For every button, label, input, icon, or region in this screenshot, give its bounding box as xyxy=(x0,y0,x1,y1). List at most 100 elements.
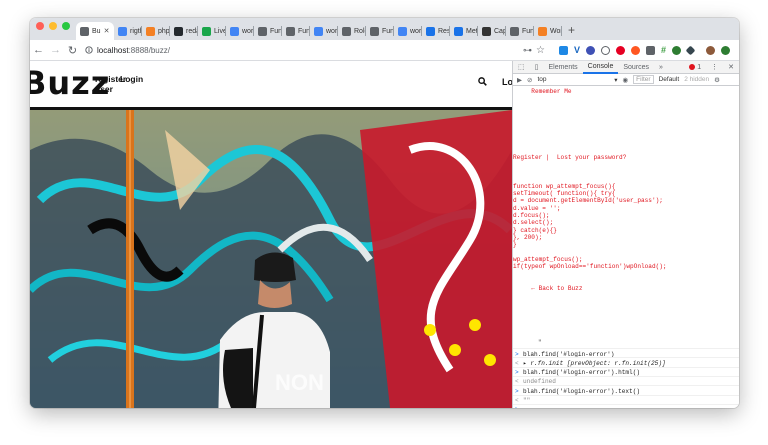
extension-hash-icon[interactable]: # xyxy=(661,45,666,55)
extension-v-icon[interactable]: V xyxy=(574,45,580,55)
tab-6[interactable]: Func xyxy=(254,22,282,40)
tab-5[interactable]: word xyxy=(226,22,254,40)
kebab-menu-icon[interactable]: ⋮ xyxy=(706,61,723,74)
dropdown-arrow-icon: ▾ xyxy=(614,76,618,84)
nav-login[interactable]: Login xyxy=(120,74,143,84)
extension-dark-icon[interactable] xyxy=(685,45,696,55)
extension-puzzle-icon[interactable] xyxy=(586,45,596,55)
w-icon xyxy=(482,26,491,36)
tab-label: word xyxy=(326,27,338,35)
tab-elements[interactable]: Elements xyxy=(543,61,582,74)
tab-label: word xyxy=(410,27,422,35)
tab-label: Capa xyxy=(494,27,506,35)
tab-8[interactable]: word xyxy=(310,22,338,40)
devtools-panel: ⬚ ▯ Elements Console Sources » 1 ⋮ ✕ ▶ ⊘… xyxy=(512,61,739,408)
tab-10[interactable]: Func xyxy=(366,22,394,40)
error-count: 1 xyxy=(697,63,702,71)
new-tab-button[interactable]: + xyxy=(562,23,581,40)
search-icon[interactable] xyxy=(478,77,487,86)
dock-icon[interactable]: ⬚ xyxy=(513,61,530,74)
filter-input[interactable]: Filter xyxy=(633,75,654,84)
log-level-select[interactable]: Default xyxy=(659,76,680,83)
tab-12[interactable]: Restr xyxy=(422,22,450,40)
bookmark-star-icon[interactable]: ☆ xyxy=(536,45,545,56)
output-line: setTimeout( function(){ try{ xyxy=(513,190,616,198)
tab-sources[interactable]: Sources xyxy=(618,61,654,74)
j-icon xyxy=(454,26,463,36)
more-tabs-button[interactable]: » xyxy=(654,61,668,74)
extension-circle-icon[interactable] xyxy=(601,45,611,55)
console-toolbar: ▶ ⊘ top ▾ ◉ Filter Default 2 hidden ⚙ xyxy=(513,74,739,86)
zoom-window-button[interactable] xyxy=(62,21,70,30)
url-path: :8888/buzz/ xyxy=(128,45,170,55)
device-toggle-icon[interactable]: ▯ xyxy=(530,61,544,74)
url-host: localhost xyxy=(97,45,129,55)
context-label: top xyxy=(537,76,547,83)
tab-4[interactable]: Live xyxy=(198,22,226,40)
output-line: function wp_attempt_focus(){ xyxy=(513,182,616,190)
address-bar[interactable]: localhost:8888/buzz/ ⊶ ☆ xyxy=(85,43,545,58)
tab-15[interactable]: Func xyxy=(506,22,534,40)
tab-9[interactable]: Role xyxy=(338,22,366,40)
close-tab-icon[interactable]: ✕ xyxy=(104,27,110,35)
wordpress-icon xyxy=(258,26,267,36)
context-select[interactable]: top ▾ xyxy=(537,75,617,84)
tab-3[interactable]: reda xyxy=(170,22,198,40)
extension-shield-icon[interactable] xyxy=(631,45,641,55)
sidebar-toggle-icon[interactable]: ▶ xyxy=(517,76,522,84)
profile-avatar[interactable] xyxy=(706,45,716,55)
minimize-window-button[interactable] xyxy=(49,21,57,30)
output-line: Remember Me xyxy=(513,88,572,95)
google-icon xyxy=(118,26,127,36)
close-window-button[interactable] xyxy=(36,21,44,30)
tab-label: rigth xyxy=(130,27,142,35)
settings-gear-icon[interactable]: ⚙ xyxy=(714,76,720,84)
eye-icon[interactable]: ◉ xyxy=(622,76,628,84)
clear-console-icon[interactable]: ⊘ xyxy=(527,76,532,84)
wordpress-icon xyxy=(342,26,351,36)
tab-11[interactable]: word xyxy=(394,22,422,40)
extension-green-icon[interactable] xyxy=(672,45,682,55)
hidden-count: 2 hidden xyxy=(684,76,710,83)
tab-label: Role xyxy=(354,27,366,35)
url-text: localhost:8888/buzz/ xyxy=(97,46,170,55)
tab-14[interactable]: Capa xyxy=(478,22,506,40)
output-line: d.value = ''; xyxy=(513,204,561,212)
extension-screen-icon[interactable] xyxy=(559,45,568,55)
back-arrow-icon[interactable]: ← xyxy=(30,44,47,56)
forward-arrow-icon[interactable]: → xyxy=(47,44,64,56)
output-line: } catch(e){} xyxy=(513,226,557,234)
info-icon[interactable] xyxy=(85,46,93,54)
reload-icon[interactable]: ↻ xyxy=(64,44,81,57)
tab-13[interactable]: Meta xyxy=(450,22,478,40)
extension-update-icon[interactable] xyxy=(721,45,731,55)
tab-7[interactable]: Func xyxy=(282,22,310,40)
live-icon xyxy=(202,26,211,36)
key-icon[interactable]: ⊶ xyxy=(523,45,532,56)
error-badge[interactable]: 1 xyxy=(684,61,706,74)
tab-2[interactable]: php xyxy=(142,22,170,40)
tab-console[interactable]: Console xyxy=(582,61,619,74)
extension-mail-icon[interactable] xyxy=(646,45,656,55)
tab-1[interactable]: rigth xyxy=(114,22,142,40)
console-prompt-input[interactable]: > xyxy=(513,403,739,408)
wordpress-icon xyxy=(510,26,519,36)
output-line: d.select(); xyxy=(513,219,554,227)
tab-label: Func xyxy=(382,27,394,35)
nav-login-partial[interactable]: Lo xyxy=(502,77,512,87)
svg-text:NON: NON xyxy=(275,370,324,395)
extensions-bar: V # xyxy=(559,45,731,55)
tab-label: Func xyxy=(298,27,310,35)
close-devtools-icon[interactable]: ✕ xyxy=(723,61,739,74)
tab-0[interactable]: Bu ✕ xyxy=(76,22,114,40)
tab-16[interactable]: Word xyxy=(534,22,562,40)
extension-pinterest-icon[interactable] xyxy=(616,45,626,55)
